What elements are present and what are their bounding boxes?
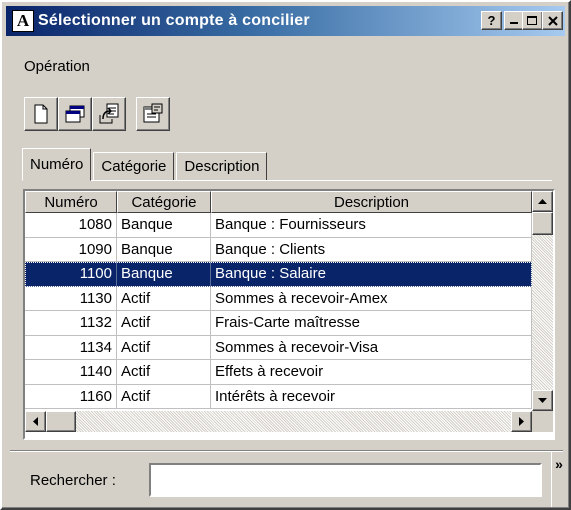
cell-categorie: Actif (117, 335, 211, 360)
export-button[interactable] (92, 97, 126, 131)
tab-description[interactable]: Description (176, 152, 268, 180)
arrow-down-icon (538, 397, 547, 403)
close-icon (547, 15, 558, 26)
vertical-scroll-thumb[interactable] (532, 212, 553, 235)
cell-categorie: Banque (117, 213, 211, 238)
tab-strip: Numéro Catégorie Description (22, 148, 269, 181)
column-header-description[interactable]: Description (211, 191, 532, 213)
cell-categorie: Actif (117, 311, 211, 336)
cell-numero: 1090 (25, 237, 117, 262)
cell-categorie: Actif (117, 384, 211, 409)
duplicate-button[interactable] (58, 97, 92, 131)
table-row[interactable]: 1080 Banque Banque : Fournisseurs (25, 213, 532, 238)
export-icon (99, 103, 119, 124)
cell-numero: 1130 (25, 286, 117, 311)
scroll-right-button[interactable] (511, 411, 532, 432)
cell-description: Banque : Fournisseurs (211, 213, 532, 238)
cell-numero: 1080 (25, 213, 117, 238)
new-button[interactable] (24, 97, 58, 131)
title-bar[interactable]: A Sélectionner un compte à concilier ? (6, 6, 565, 36)
account-list[interactable]: Numéro Catégorie Description 1080 Banque… (23, 189, 555, 440)
arrow-left-icon (32, 417, 38, 426)
table-row[interactable]: 1090 Banque Banque : Clients (25, 237, 532, 262)
cell-categorie: Actif (117, 360, 211, 385)
minimize-icon (510, 22, 518, 24)
cell-description: Sommes à recevoir-Visa (211, 335, 532, 360)
properties-button[interactable] (136, 97, 170, 131)
cell-categorie: Actif (117, 286, 211, 311)
table-row-selected[interactable]: 1100 Banque Banque : Salaire (25, 262, 532, 287)
new-document-icon (34, 104, 48, 124)
scrollbar-corner (532, 411, 553, 432)
table-row[interactable]: 1160 Actif Intérêts à recevoir (25, 384, 532, 409)
cell-description: Sommes à recevoir-Amex (211, 286, 532, 311)
menu-operation[interactable]: Opération (24, 58, 90, 75)
cell-description: Effets à recevoir (211, 360, 532, 385)
menu-bar: Opération (24, 58, 90, 75)
cell-description: Banque : Clients (211, 237, 532, 262)
table-row[interactable]: 1140 Actif Effets à recevoir (25, 360, 532, 385)
close-button[interactable] (542, 11, 563, 30)
search-input[interactable] (149, 463, 542, 497)
cell-description: Frais-Carte maîtresse (211, 311, 532, 336)
table-header: Numéro Catégorie Description (25, 191, 532, 213)
list-body: Numéro Catégorie Description 1080 Banque… (25, 191, 532, 411)
scroll-down-button[interactable] (532, 390, 553, 411)
cell-description: Banque : Salaire (211, 262, 532, 287)
horizontal-scrollbar[interactable] (25, 411, 532, 432)
maximize-button[interactable] (522, 11, 543, 30)
cell-numero: 1132 (25, 311, 117, 336)
separator (10, 450, 563, 452)
app-icon: A (12, 10, 34, 32)
table-row[interactable]: 1134 Actif Sommes à recevoir-Visa (25, 335, 532, 360)
cell-numero: 1100 (25, 262, 117, 287)
scroll-up-button[interactable] (532, 191, 553, 212)
toolbar (24, 97, 170, 131)
tab-panel-edge (22, 180, 552, 181)
search-label: Rechercher : (30, 472, 116, 489)
cell-numero: 1134 (25, 335, 117, 360)
duplicate-windows-icon (65, 105, 85, 123)
arrow-right-icon (518, 417, 524, 426)
cell-numero: 1140 (25, 360, 117, 385)
arrow-up-icon (538, 198, 547, 204)
window-title: Sélectionner un compte à concilier (38, 12, 310, 29)
table-row[interactable]: 1130 Actif Sommes à recevoir-Amex (25, 286, 532, 311)
cell-categorie: Banque (117, 237, 211, 262)
properties-icon (143, 103, 163, 123)
cell-numero: 1160 (25, 384, 117, 409)
column-header-categorie[interactable]: Catégorie (117, 191, 211, 213)
tab-numero[interactable]: Numéro (22, 148, 92, 181)
maximize-icon (527, 15, 537, 25)
tab-categorie[interactable]: Catégorie (93, 152, 175, 180)
expand-chevron-icon[interactable]: » (551, 452, 566, 507)
cell-categorie: Banque (117, 262, 211, 287)
cell-description: Intérêts à recevoir (211, 384, 532, 409)
horizontal-scroll-thumb[interactable] (46, 411, 76, 432)
table-row[interactable]: 1132 Actif Frais-Carte maîtresse (25, 311, 532, 336)
dialog-window: A Sélectionner un compte à concilier ? O… (0, 0, 571, 510)
vertical-scrollbar[interactable] (532, 191, 553, 411)
column-header-numero[interactable]: Numéro (25, 191, 117, 213)
help-button[interactable]: ? (481, 11, 502, 30)
scroll-left-button[interactable] (25, 411, 46, 432)
